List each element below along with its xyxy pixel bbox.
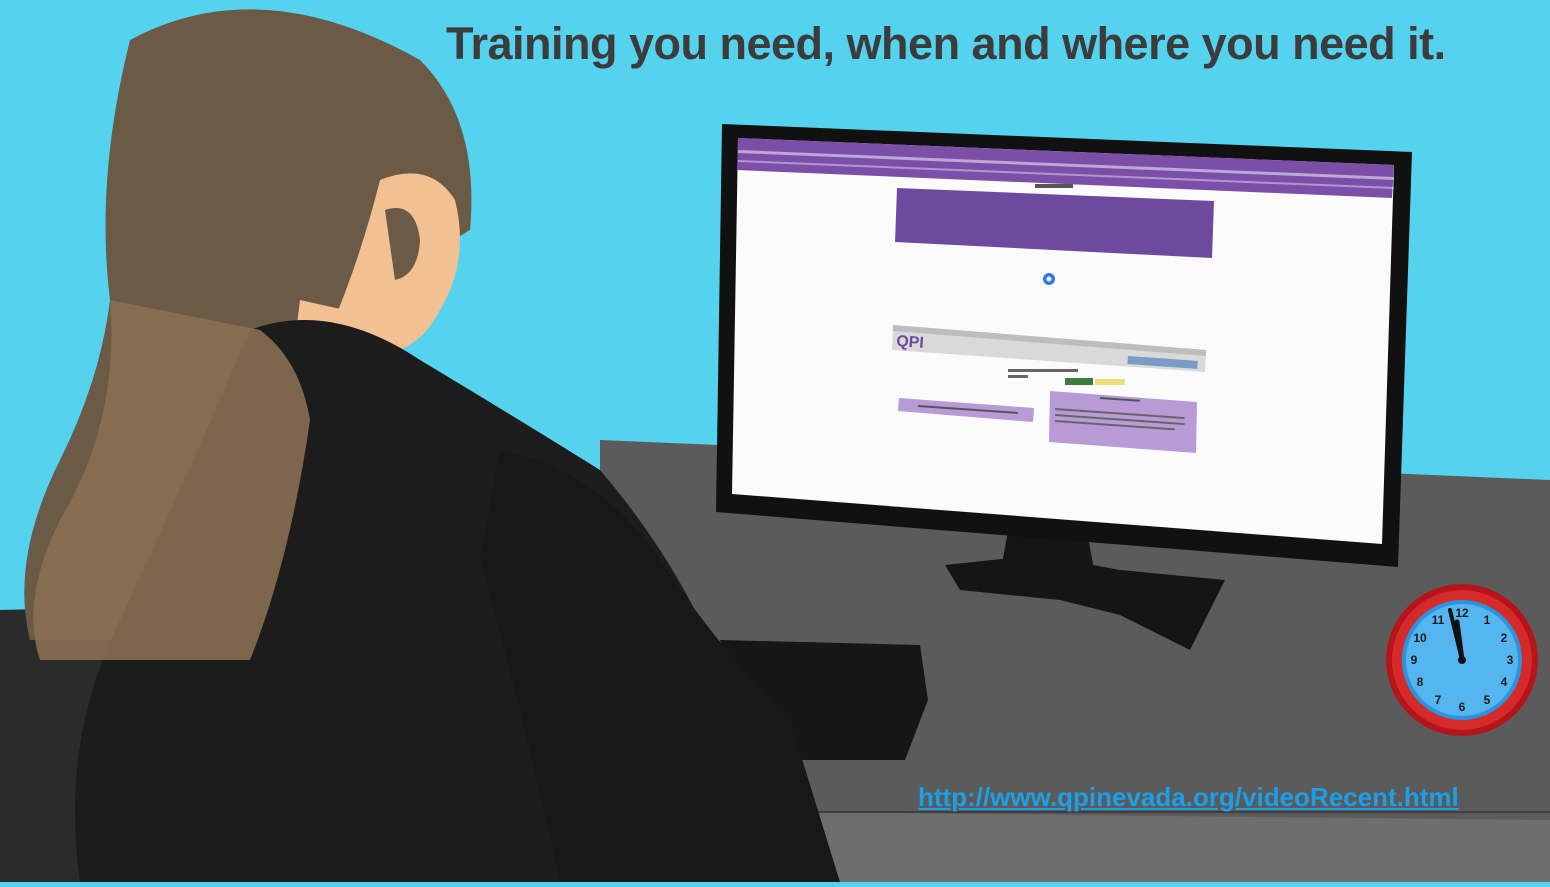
clock-numeral-9: 9	[1411, 653, 1418, 667]
clock-numeral-2: 2	[1501, 631, 1508, 645]
screen-text-line-2	[1008, 375, 1028, 378]
screen-logo: QPI	[896, 333, 925, 352]
clock-numeral-1: 1	[1484, 613, 1491, 627]
screen-text-line	[1008, 369, 1078, 372]
illustration-scene: QPI 12 1 2 3 4 5 6 7 8 9 10 11	[0, 0, 1550, 882]
headline: Training you need, when and where you ne…	[446, 18, 1446, 69]
clock-numeral-5: 5	[1484, 693, 1491, 707]
screen-play-icon-center	[1046, 276, 1052, 282]
clock-numeral-10: 10	[1413, 631, 1427, 645]
screen-title-text	[1035, 184, 1073, 188]
clock-numeral-12: 12	[1455, 606, 1469, 620]
clock-center	[1458, 656, 1466, 664]
clock-icon: 12 1 2 3 4 5 6 7 8 9 10 11	[1386, 584, 1538, 736]
clock-numeral-4: 4	[1501, 675, 1508, 689]
screen-yellow-badge	[1095, 379, 1125, 385]
video-link[interactable]: http://www.qpinevada.org/videoRecent.htm…	[918, 782, 1459, 813]
clock-numeral-6: 6	[1459, 700, 1466, 714]
clock-numeral-7: 7	[1435, 693, 1442, 707]
clock-numeral-8: 8	[1417, 675, 1424, 689]
clock-numeral-3: 3	[1507, 653, 1514, 667]
screen-green-badge	[1065, 378, 1093, 385]
clock-numeral-11: 11	[1432, 613, 1445, 627]
scene-svg: QPI 12 1 2 3 4 5 6 7 8 9 10 11	[0, 0, 1550, 882]
